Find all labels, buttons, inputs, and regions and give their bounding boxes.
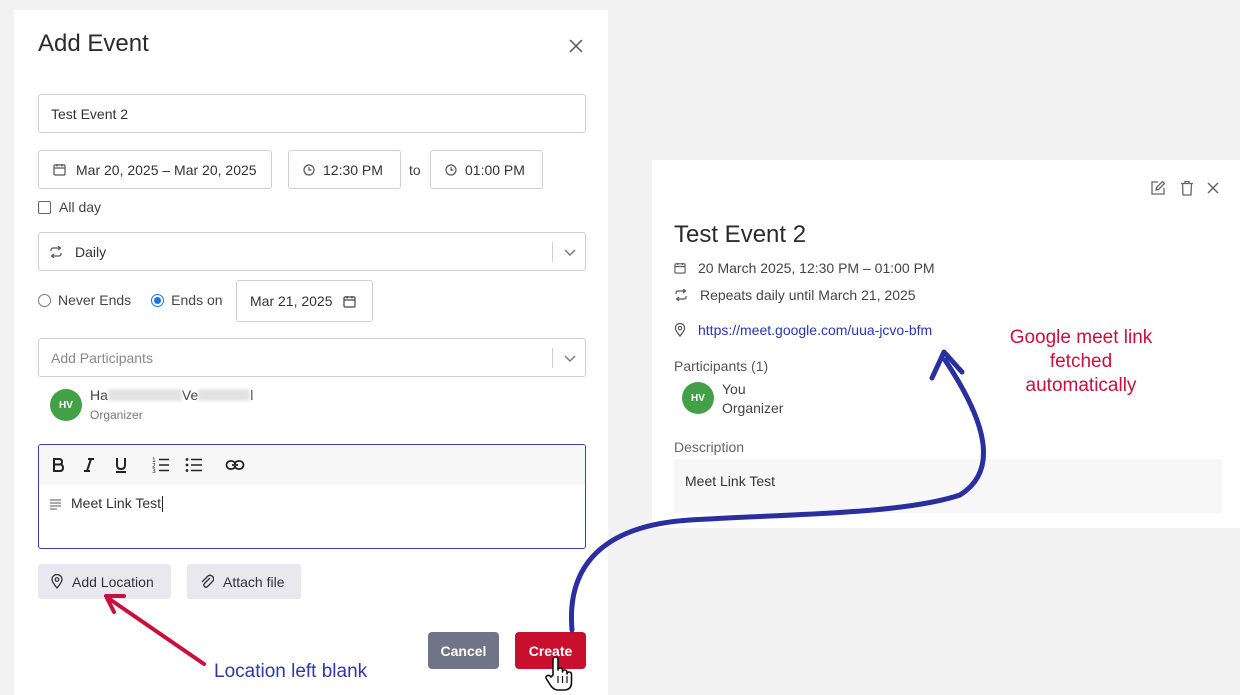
pointer-hand-icon [545, 656, 573, 691]
red-arrow [106, 596, 206, 666]
annotation-arrows [104, 349, 986, 666]
blue-curved-arrow [568, 357, 986, 633]
